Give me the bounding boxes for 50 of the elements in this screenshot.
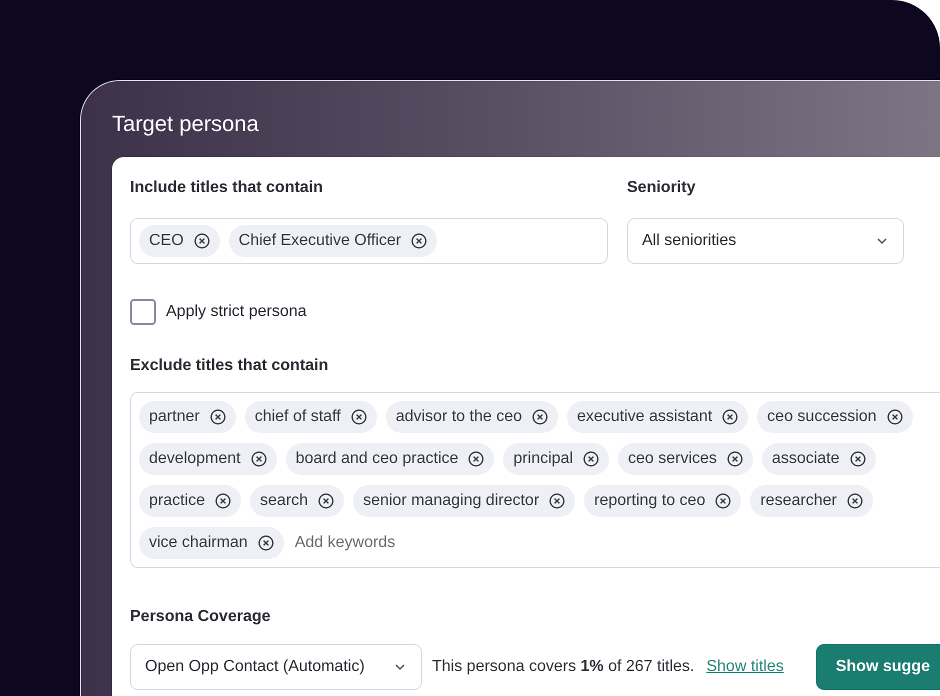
remove-icon[interactable] (411, 233, 428, 249)
remove-icon[interactable] (250, 451, 267, 467)
field-label: Exclude titles that contain (130, 357, 330, 376)
tag-label: ceo succession (767, 408, 877, 426)
tag-input-field[interactable]: CEO Chief Executive Officer (130, 218, 608, 264)
tag-label: vice chairman (149, 534, 248, 552)
remove-icon[interactable] (318, 493, 334, 509)
field-label: Persona Coverage (130, 608, 272, 627)
show-suggestions-button[interactable]: Show sugge (816, 644, 940, 690)
remove-icon[interactable] (350, 409, 367, 425)
remove-icon[interactable] (549, 493, 566, 509)
remove-icon[interactable] (215, 493, 232, 509)
remove-icon[interactable] (886, 409, 903, 425)
coverage-dropdown[interactable]: Open Opp Contact (Automatic) (130, 644, 422, 690)
tag-label: Chief Executive Officer (238, 232, 402, 250)
tag-label: associate (772, 450, 840, 468)
remove-icon[interactable] (846, 493, 863, 509)
remove-icon[interactable] (468, 451, 484, 467)
tag-input-field[interactable] (130, 392, 940, 568)
tag-label: researcher (760, 492, 837, 510)
tag-label: search (260, 492, 308, 510)
remove-icon[interactable] (258, 535, 274, 551)
remove-icon[interactable] (194, 233, 210, 249)
tag-label: ceo services (628, 450, 717, 468)
remove-icon[interactable] (715, 493, 732, 509)
tag-label: chief of staff (254, 408, 341, 426)
checkbox-label: Apply strict persona (166, 303, 307, 321)
remove-icon[interactable] (850, 451, 866, 467)
tag-label: senior managing director (363, 492, 540, 510)
remove-icon[interactable] (722, 409, 738, 425)
remove-icon[interactable] (583, 451, 599, 467)
show-titles-link[interactable]: Show titles (706, 658, 784, 676)
tag-label: development (149, 450, 241, 468)
remove-icon[interactable] (532, 409, 548, 425)
remove-icon[interactable] (210, 409, 226, 425)
checkbox[interactable] (130, 299, 156, 325)
tag-label: practice (149, 492, 206, 510)
tag-label: CEO (149, 232, 184, 250)
tag-label: partner (149, 408, 200, 426)
tag-label: executive assistant (576, 408, 712, 426)
remove-icon[interactable] (726, 451, 743, 467)
tag-label: advisor to the ceo (396, 408, 522, 426)
tag-label: board and ceo practice (296, 450, 458, 468)
seniority-dropdown[interactable]: All seniorities (627, 218, 904, 264)
field-label: Seniority (627, 179, 696, 198)
coverage-summary: This persona covers 1% of 267 titles. (432, 658, 694, 676)
tag-label: reporting to ceo (594, 492, 706, 510)
field-label: Include titles that contain (130, 179, 324, 198)
panel-title: Target persona (112, 111, 260, 138)
tag-label: principal (513, 450, 573, 468)
